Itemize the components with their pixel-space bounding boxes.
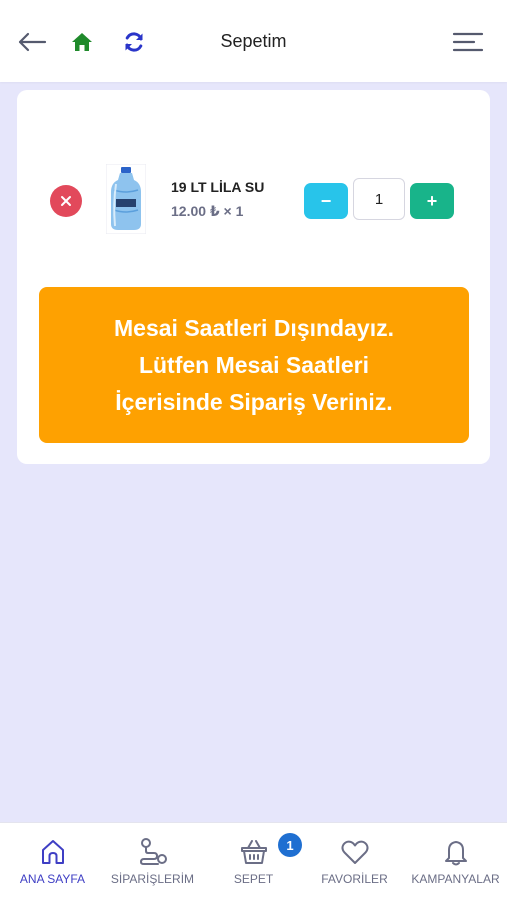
product-name: 19 LT LİLA SU — [171, 179, 265, 195]
home-outline-icon — [38, 837, 68, 867]
quantity-input[interactable] — [353, 178, 405, 220]
home-icon[interactable] — [66, 26, 98, 58]
nav-favorites-label: FAVORİLER — [321, 872, 388, 886]
cart-count-badge: 1 — [278, 833, 302, 857]
heart-icon — [340, 837, 370, 867]
notice-line-1: Mesai Saatleri Dışındayız. — [114, 314, 394, 341]
nav-favorites[interactable]: FAVORİLER — [304, 823, 405, 900]
refresh-icon[interactable] — [118, 26, 150, 58]
nav-campaigns-label: KAMPANYALAR — [411, 872, 500, 886]
hamburger-menu-icon[interactable] — [452, 26, 484, 58]
nav-orders[interactable]: SİPARİŞLERİM — [102, 823, 203, 900]
increase-quantity-button[interactable]: + — [410, 183, 454, 219]
close-icon — [61, 196, 71, 206]
bottom-navigation: ANA SAYFA SİPARİŞLERİM SEPET 1 FAVORİLER… — [0, 822, 507, 900]
nav-orders-label: SİPARİŞLERİM — [110, 872, 195, 886]
nav-cart-label: SEPET — [233, 872, 274, 886]
top-bar: Sepetim — [0, 0, 507, 82]
nav-campaigns[interactable]: KAMPANYALAR — [405, 823, 506, 900]
basket-icon — [239, 837, 269, 867]
plus-icon: + — [426, 190, 438, 211]
decrease-quantity-button[interactable]: − — [304, 183, 348, 219]
bell-icon — [441, 837, 471, 867]
closed-hours-notice: Mesai Saatleri Dışındayız. Lütfen Mesai … — [39, 287, 469, 443]
product-price: 12.00 ₺ × 1 — [171, 203, 244, 219]
water-bottle-image — [105, 163, 147, 235]
nav-home[interactable]: ANA SAYFA — [2, 823, 103, 900]
remove-item-button[interactable] — [50, 185, 82, 217]
nav-home-label: ANA SAYFA — [19, 872, 86, 886]
cart-card: 19 LT LİLA SU 12.00 ₺ × 1 − + Mesai Saat… — [17, 90, 490, 464]
minus-icon: − — [320, 190, 332, 211]
notice-line-2: Lütfen Mesai Saatleri — [138, 351, 370, 378]
notice-line-3: İçerisinde Sipariş Veriniz. — [115, 388, 393, 415]
route-icon — [138, 837, 168, 867]
back-arrow-icon[interactable] — [16, 26, 48, 58]
